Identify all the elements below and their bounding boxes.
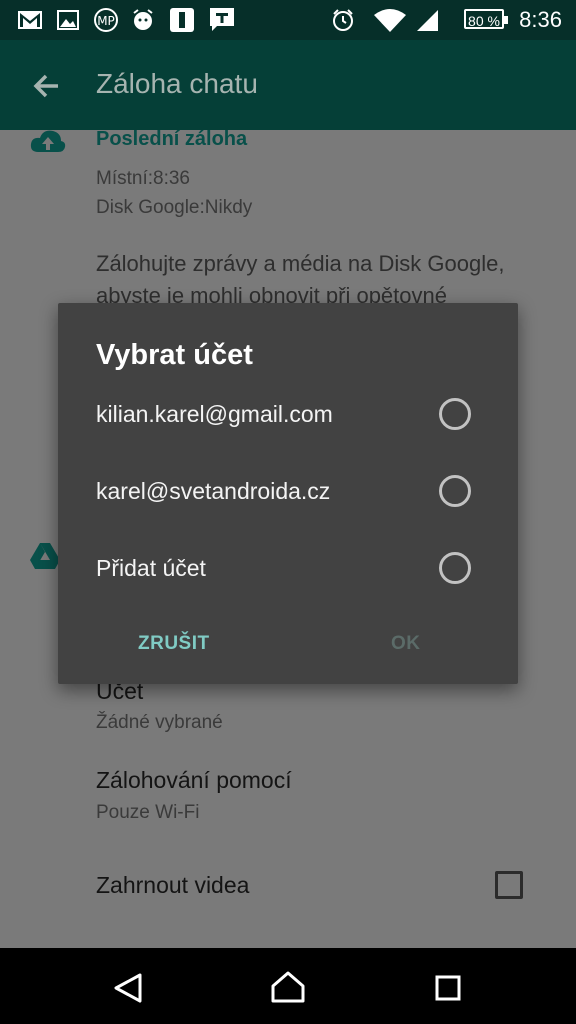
google-drive-icon <box>30 542 60 575</box>
messaging-app-icon <box>208 8 236 32</box>
radio-button[interactable] <box>439 475 471 507</box>
account-option-svetandroida[interactable]: karel@svetandroida.cz <box>58 457 518 525</box>
back-arrow-icon[interactable] <box>28 68 64 104</box>
status-time: 8:36 <box>519 7 562 32</box>
radio-button[interactable] <box>439 398 471 430</box>
gallery-icon <box>56 8 80 32</box>
account-option-label: karel@svetandroida.cz <box>96 478 331 504</box>
page-title: Záloha chatu <box>96 68 258 99</box>
gmail-icon <box>16 8 44 32</box>
backup-description-line1: Zálohujte zprávy a média na Disk Google, <box>96 251 505 276</box>
account-value: Žádné vybrané <box>96 712 223 733</box>
cloud-upload-icon <box>30 130 66 157</box>
backup-over-value: Pouze Wi-Fi <box>96 802 200 823</box>
alarm-clock-icon <box>130 8 156 32</box>
radio-button[interactable] <box>439 552 471 584</box>
battery-indicator: 80 % <box>464 9 508 29</box>
notification-app-icon <box>168 8 196 32</box>
select-account-dialog: Vybrat účet kilian.karel@gmail.com karel… <box>58 303 518 684</box>
home-nav-icon[interactable] <box>270 970 306 1009</box>
status-bar: MP 80 % 8:36 <box>0 0 576 40</box>
account-option-label: kilian.karel@gmail.com <box>96 401 333 427</box>
add-account-option[interactable]: Přidat účet <box>58 534 518 602</box>
google-disk-backup-time: Disk Google:Nikdy <box>96 197 253 218</box>
local-backup-time: Místní:8:36 <box>96 168 190 189</box>
cell-signal-icon <box>414 8 440 32</box>
wifi-icon <box>372 8 408 32</box>
include-videos-label: Zahrnout videa <box>96 872 250 898</box>
ok-button[interactable]: OK <box>391 633 421 655</box>
cancel-button[interactable]: ZRUŠIT <box>138 633 210 655</box>
last-backup-title: Poslední záloha <box>96 128 248 150</box>
alarm-icon <box>330 8 356 32</box>
recent-apps-icon[interactable] <box>435 975 461 1006</box>
navigation-bar <box>0 948 576 1024</box>
dialog-title: Vybrat účet <box>96 339 253 371</box>
app-bar: Záloha chatu <box>0 40 576 130</box>
back-nav-icon[interactable] <box>112 972 144 1009</box>
account-option-label: Přidat účet <box>96 555 206 581</box>
include-videos-checkbox[interactable] <box>495 871 523 899</box>
backup-over-label[interactable]: Zálohování pomocí <box>96 767 292 794</box>
svg-text:MP: MP <box>97 14 115 28</box>
account-option-gmail[interactable]: kilian.karel@gmail.com <box>58 380 518 448</box>
missed-call-icon: MP <box>90 8 122 32</box>
